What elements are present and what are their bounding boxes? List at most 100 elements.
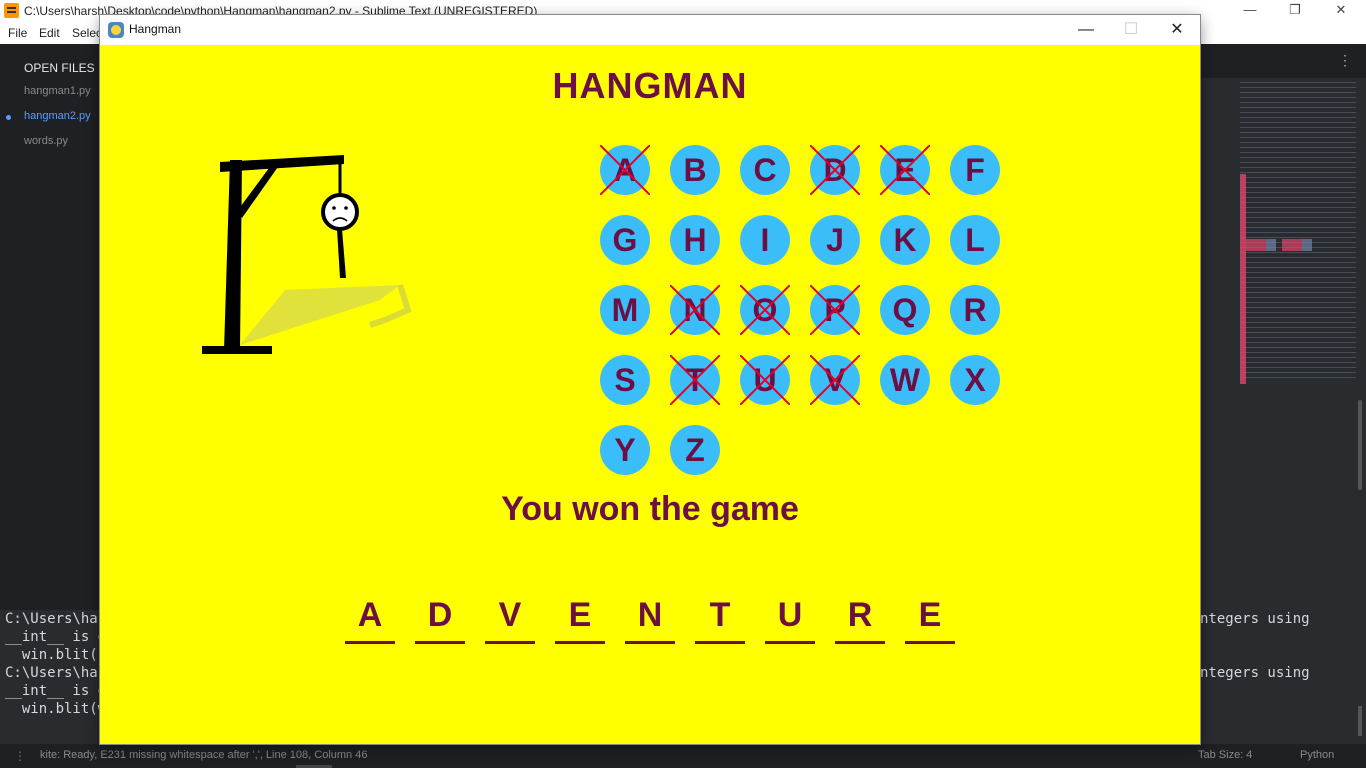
used-cross-icon	[810, 355, 860, 405]
letter-button-x[interactable]: X	[950, 355, 1000, 405]
console-scrollbar[interactable]	[1358, 706, 1362, 736]
hangman-head	[321, 193, 359, 231]
sublime-close-button[interactable]: ✕	[1326, 2, 1356, 18]
hangman-minimize-button[interactable]: —	[1063, 19, 1109, 41]
console-line: __int__ is d	[5, 683, 107, 699]
letter-button-a[interactable]: A	[600, 145, 650, 195]
word-letter: T	[709, 596, 731, 634]
letter-button-l[interactable]: L	[950, 215, 1000, 265]
modified-dot-icon	[6, 115, 11, 120]
sublime-minimize-button[interactable]: —	[1235, 2, 1265, 17]
editor-scrollbar[interactable]	[1358, 400, 1362, 490]
console-line: C:\Users\har	[5, 611, 107, 627]
letter-button-y[interactable]: Y	[600, 425, 650, 475]
letter-label: H	[683, 222, 707, 258]
letter-label: M	[611, 292, 639, 328]
letter-label: F	[965, 152, 985, 188]
sidebar-file-hangman1[interactable]: hangman1.py	[24, 85, 91, 97]
syntax-setting[interactable]: Python	[1300, 749, 1334, 761]
panel-toggle-icon[interactable]: ⋮	[14, 749, 26, 763]
letter-button-w[interactable]: W	[880, 355, 930, 405]
letter-button-s[interactable]: S	[600, 355, 650, 405]
letter-button-u[interactable]: U	[740, 355, 790, 405]
letter-button-i[interactable]: I	[740, 215, 790, 265]
letter-button-g[interactable]: G	[600, 215, 650, 265]
letter-button-c[interactable]: C	[740, 145, 790, 195]
word-letter: E	[918, 596, 942, 634]
letter-label: Z	[685, 432, 705, 468]
console-line: ntegers using	[1200, 611, 1310, 627]
letter-button-r[interactable]: R	[950, 285, 1000, 335]
word-underline	[765, 641, 815, 644]
word-underline	[485, 641, 535, 644]
word-underline	[345, 641, 395, 644]
tab-size-setting[interactable]: Tab Size: 4	[1198, 749, 1252, 761]
word-letter: V	[498, 596, 522, 634]
letter-button-p[interactable]: P	[810, 285, 860, 335]
word-letter-slot: E	[555, 595, 605, 644]
sidebar-file-hangman2[interactable]: hangman2.py	[24, 110, 91, 122]
word-underline	[695, 641, 745, 644]
letter-label: B	[683, 152, 707, 188]
letter-label: L	[965, 222, 985, 258]
letter-button-h[interactable]: H	[670, 215, 720, 265]
letter-label: G	[612, 222, 638, 258]
letter-button-z[interactable]: Z	[670, 425, 720, 475]
open-files-heading: OPEN FILES	[24, 61, 95, 75]
used-cross-icon	[810, 285, 860, 335]
hangman-close-button[interactable]: ✕	[1154, 19, 1200, 41]
sublime-sidebar: OPEN FILES hangman1.py hangman2.py words…	[0, 44, 104, 610]
minimap[interactable]	[1240, 80, 1356, 380]
word-letter-slot: D	[415, 595, 465, 644]
letter-button-t[interactable]: T	[670, 355, 720, 405]
word-underline	[625, 641, 675, 644]
letter-label: S	[614, 362, 636, 398]
letter-label: W	[889, 362, 921, 398]
hangman-body	[337, 229, 346, 278]
word-letter-slot: V	[485, 595, 535, 644]
word-letter: U	[777, 596, 803, 634]
word-letter-slot: R	[835, 595, 885, 644]
sublime-logo-icon	[4, 3, 19, 18]
word-letter-slot: E	[905, 595, 955, 644]
more-options-icon[interactable]: ⋮	[1338, 52, 1352, 69]
letter-button-b[interactable]: B	[670, 145, 720, 195]
console-line: __int__ is d	[5, 629, 107, 645]
sidebar-file-words[interactable]: words.py	[24, 135, 68, 147]
hangman-titlebar: Hangman — ☐ ✕	[100, 15, 1200, 45]
used-cross-icon	[600, 145, 650, 195]
sublime-statusbar: ⋮ kite: Ready, E231 missing whitespace a…	[0, 744, 1366, 768]
letter-button-e[interactable]: E	[880, 145, 930, 195]
letter-button-d[interactable]: D	[810, 145, 860, 195]
menu-selection[interactable]: Selec	[72, 26, 102, 40]
letter-button-q[interactable]: Q	[880, 285, 930, 335]
sublime-tabbar: ⋮	[1200, 44, 1366, 78]
sublime-editor-pane: ⋮	[1200, 44, 1366, 610]
used-cross-icon	[740, 285, 790, 335]
letter-button-m[interactable]: M	[600, 285, 650, 335]
hangman-window-title: Hangman	[129, 22, 182, 36]
word-letter: A	[357, 596, 383, 634]
letter-button-n[interactable]: N	[670, 285, 720, 335]
hangman-maximize-button: ☐	[1123, 21, 1139, 38]
word-letter-slot: A	[345, 595, 395, 644]
used-cross-icon	[880, 145, 930, 195]
word-letter: E	[568, 596, 592, 634]
result-message: You won the game	[501, 490, 799, 528]
letter-button-f[interactable]: F	[950, 145, 1000, 195]
menu-file[interactable]: File	[8, 26, 27, 40]
gallows-shadow	[240, 284, 412, 345]
letter-button-o[interactable]: O	[740, 285, 790, 335]
letter-label: R	[963, 292, 987, 328]
sublime-restore-button[interactable]: ❐	[1280, 2, 1310, 18]
letter-label: Y	[614, 432, 636, 468]
letter-label: I	[760, 222, 770, 258]
used-cross-icon	[670, 355, 720, 405]
menu-edit[interactable]: Edit	[39, 26, 60, 40]
letter-label: C	[753, 152, 777, 188]
word-underline	[905, 641, 955, 644]
letter-button-j[interactable]: J	[810, 215, 860, 265]
used-cross-icon	[810, 145, 860, 195]
letter-button-k[interactable]: K	[880, 215, 930, 265]
letter-button-v[interactable]: V	[810, 355, 860, 405]
